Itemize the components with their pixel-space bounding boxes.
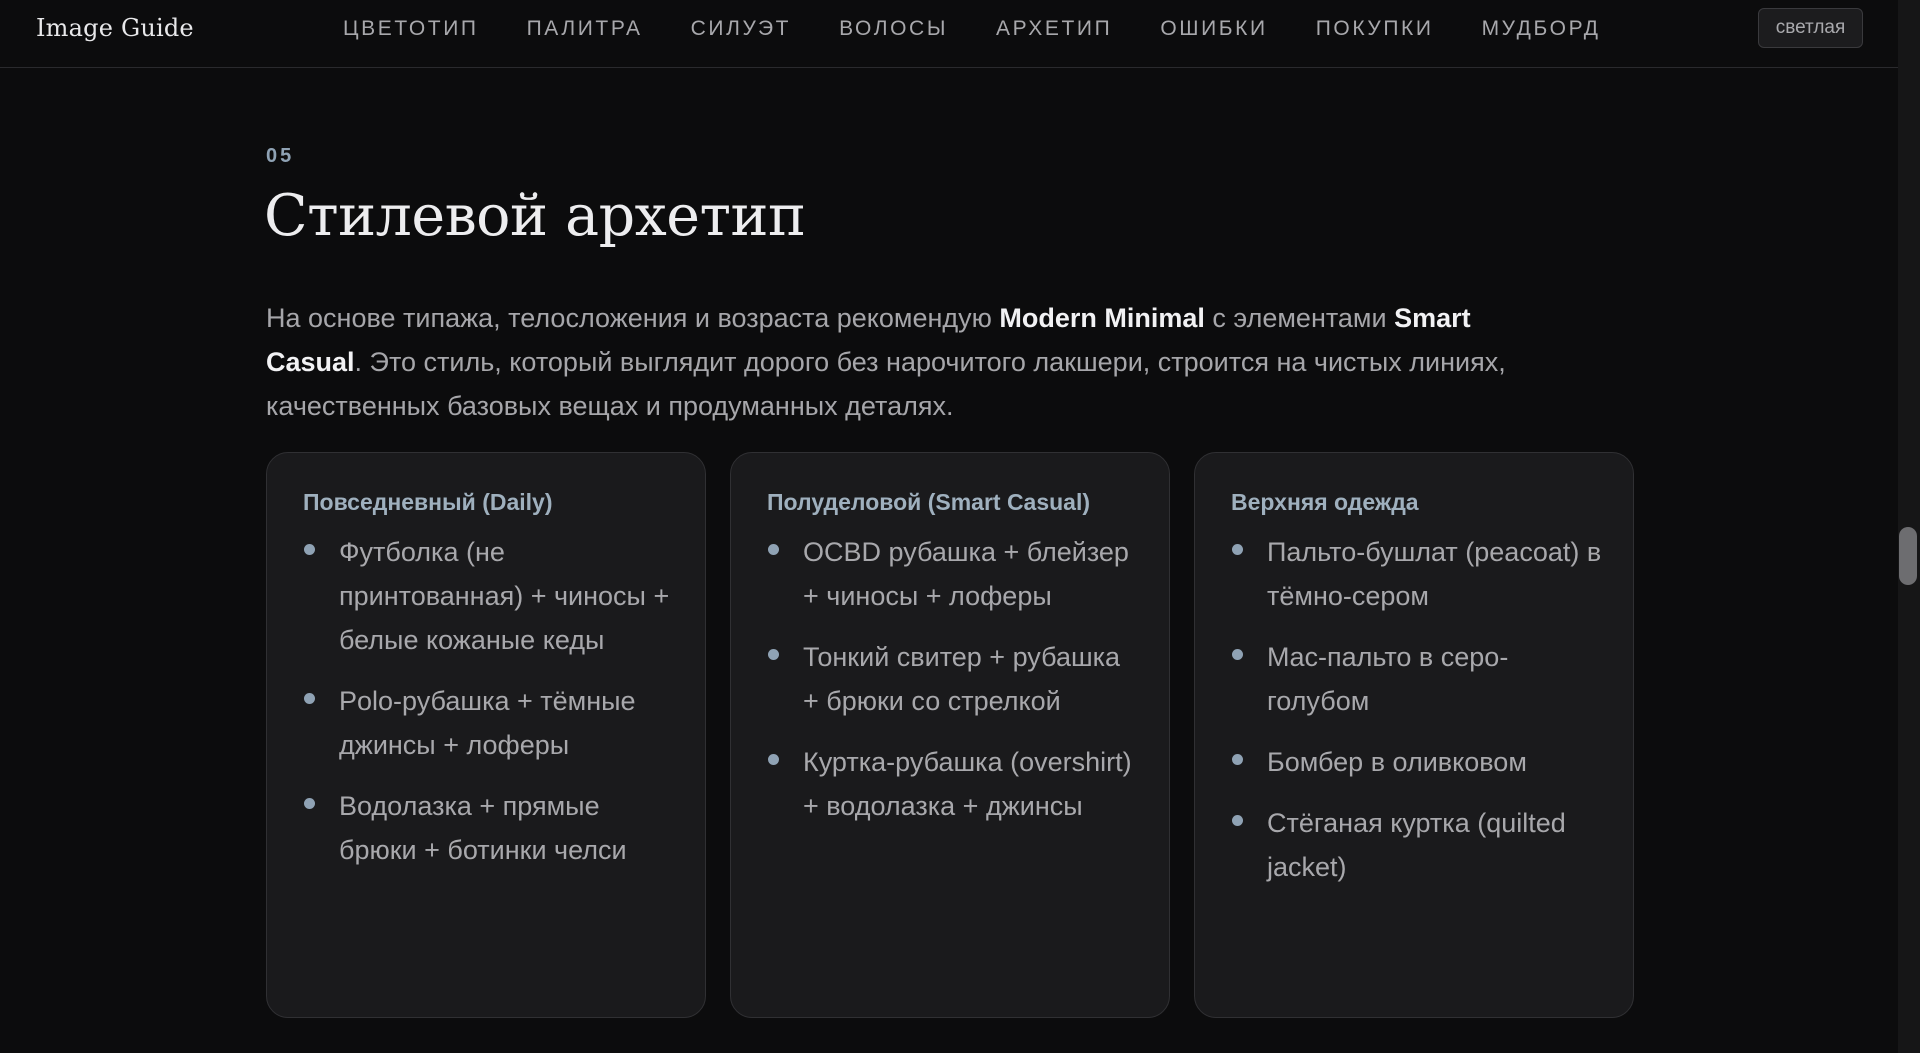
list-item: Polo-рубашка + тёмные джинсы + лоферы [303, 679, 675, 767]
bullet-icon [1232, 815, 1243, 826]
nav-item-pokupki[interactable]: ПОКУПКИ [1316, 17, 1434, 41]
bullet-icon [304, 798, 315, 809]
list-item-text: Бомбер в оливковом [1267, 747, 1527, 777]
card-list: OCBD рубашка + блейзер + чиносы + лоферы… [767, 530, 1139, 828]
nav-item-palitra[interactable]: ПАЛИТРА [527, 17, 643, 41]
list-item: Пальто-бушлат (peacoat) в тёмно-сером [1231, 530, 1603, 618]
card-list: Футболка (не принтованная) + чиносы + бе… [303, 530, 675, 872]
bullet-icon [1232, 544, 1243, 555]
main-nav: ЦВЕТОТИП ПАЛИТРА СИЛУЭТ ВОЛОСЫ АРХЕТИП О… [343, 17, 1649, 41]
card-outerwear: Верхняя одежда Пальто-бушлат (peacoat) в… [1194, 452, 1634, 1018]
page: Image Guide ЦВЕТОТИП ПАЛИТРА СИЛУЭТ ВОЛО… [0, 0, 1920, 1053]
intro-text-3: . Это стиль, который выглядит дорого без… [266, 347, 1506, 421]
list-item-text: Футболка (не принтованная) + чиносы + бе… [339, 537, 670, 655]
card-list: Пальто-бушлат (peacoat) в тёмно-сером Ma… [1231, 530, 1603, 889]
bullet-icon [768, 544, 779, 555]
bullet-icon [304, 544, 315, 555]
list-item-text: Пальто-бушлат (peacoat) в тёмно-сером [1267, 537, 1602, 611]
card-title: Повседневный (Daily) [303, 489, 553, 515]
nav-item-mudbord[interactable]: МУДБОРД [1482, 17, 1601, 41]
list-item: OCBD рубашка + блейзер + чиносы + лоферы [767, 530, 1139, 618]
list-item-text: Mac-пальто в серо-голубом [1267, 642, 1509, 716]
list-item: Стёганая куртка (quilted jacket) [1231, 801, 1603, 889]
list-item-text: OCBD рубашка + блейзер + чиносы + лоферы [803, 537, 1129, 611]
card-daily: Повседневный (Daily) Футболка (не принто… [266, 452, 706, 1018]
bullet-icon [1232, 754, 1243, 765]
archetype-cards: Повседневный (Daily) Футболка (не принто… [266, 452, 1634, 1018]
list-item-text: Тонкий свитер + рубашка + брюки со стрел… [803, 642, 1121, 716]
nav-item-oshibki[interactable]: ОШИБКИ [1160, 17, 1267, 41]
nav-item-arhetip[interactable]: АРХЕТИП [996, 17, 1112, 41]
list-item: Водолазка + прямые брюки + ботинки челси [303, 784, 675, 872]
list-item: Mac-пальто в серо-голубом [1231, 635, 1603, 723]
bullet-icon [1232, 649, 1243, 660]
list-item-text: Водолазка + прямые брюки + ботинки челси [339, 791, 627, 865]
list-item: Куртка-рубашка (overshirt) + водолазка +… [767, 740, 1139, 828]
section-number: 05 [266, 145, 295, 167]
site-logo[interactable]: Image Guide [36, 14, 194, 42]
card-title: Верхняя одежда [1231, 489, 1419, 515]
intro-text-2: с элементами [1204, 303, 1395, 333]
nav-item-volosy[interactable]: ВОЛОСЫ [839, 17, 948, 41]
section-intro: На основе типажа, телосложения и возраст… [266, 296, 1526, 428]
list-item: Тонкий свитер + рубашка + брюки со стрел… [767, 635, 1139, 723]
nav-item-siluet[interactable]: СИЛУЭТ [691, 17, 791, 41]
theme-toggle-button[interactable]: светлая [1758, 8, 1863, 48]
intro-text-1: На основе типажа, телосложения и возраст… [266, 303, 1000, 333]
bullet-icon [768, 754, 779, 765]
list-item-text: Polo-рубашка + тёмные джинсы + лоферы [339, 686, 636, 760]
card-smart-casual: Полуделовой (Smart Casual) OCBD рубашка … [730, 452, 1170, 1018]
bullet-icon [304, 693, 315, 704]
list-item: Футболка (не принтованная) + чиносы + бе… [303, 530, 675, 662]
list-item-text: Стёганая куртка (quilted jacket) [1267, 808, 1566, 882]
list-item: Бомбер в оливковом [1231, 740, 1603, 784]
top-navigation-bar: Image Guide ЦВЕТОТИП ПАЛИТРА СИЛУЭТ ВОЛО… [0, 0, 1898, 68]
section-title: Стилевой архетип [264, 183, 806, 249]
card-title: Полуделовой (Smart Casual) [767, 489, 1091, 515]
scrollbar-thumb[interactable] [1899, 527, 1917, 585]
nav-item-cvetotip[interactable]: ЦВЕТОТИП [343, 17, 479, 41]
bullet-icon [768, 649, 779, 660]
intro-bold-modern-minimal: Modern Minimal [999, 303, 1205, 333]
list-item-text: Куртка-рубашка (overshirt) + водолазка +… [803, 747, 1132, 821]
